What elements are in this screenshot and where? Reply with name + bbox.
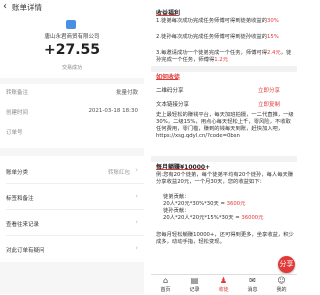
divider [6,209,144,210]
page-title: 账单详情 [12,3,42,12]
chevron-right-icon: › [135,166,138,174]
chevron-right-icon: › [135,244,138,252]
bottom-nav: ⌂ 首页 ▤ 记录 ♟ 收徒 ✉ 消息 ☺ 我的 [151,274,297,295]
chevron-right-icon: › [135,192,138,200]
link-share-label: 文本链接分享 [156,102,190,108]
rule-3: 3.每邀请成功一个徒弟完成一个任务，师傅可得2.4元，徒孙完成一个任务，师傅得1… [156,50,292,64]
merchant-name: 唐山永君商贸有限公司 [44,34,100,40]
nav-records[interactable]: ▤ 记录 [180,276,209,293]
calc-2: 20人*20人*20元*15%*30天 = 36000元 [163,215,264,221]
nav-home[interactable]: ⌂ 首页 [151,276,180,293]
qr-share-button[interactable]: 立即分享 [258,86,280,94]
share-text: 史上最轻松的赚钱平台，每天加班拍摄，一二代直推，一级30%，二级15%，用点心每… [156,112,294,140]
back-arrow-icon[interactable]: ‹ [3,1,7,12]
details-section: 转账备注 批量付款 创建时间 2021-03-18 18:30 订单号 [0,84,144,148]
summary-text: 您每月轻松躺赚10000+，还可得到更多，坐享收益，积少成多，动动手指，轻松变现… [156,232,294,246]
record-icon: ▤ [190,276,199,285]
merchant-logo-icon [66,20,76,29]
share-icon: 分享 [279,260,294,268]
menu-section: 账单分类 转账红包 › 标签和备注 › 查看往来记录 › 对此订单有疑问 › [0,156,144,262]
bill-detail-screen: ‹ 账单详情 唐山永君商贸有限公司 +27.55 交易成功 转账备注 批量付款 … [0,0,144,294]
nav-apprentice[interactable]: ♟ 收徒 [209,276,238,293]
chevron-right-icon: › [135,218,138,226]
rule-2: 2.徒孙每次成功完成任务师傅可得到徒孙收益的15% [156,34,279,40]
apprentice-icon: ♟ [219,276,228,285]
amount: +27.55 [43,42,100,58]
divider [6,183,144,184]
status-text: 交易成功 [61,65,82,71]
nav-mine[interactable]: ☺ 我的 [267,276,296,293]
qr-share-label: 二维码分享 [156,88,184,94]
divider [6,235,144,236]
example-intro: 例:您有20个徒弟，每个徒弟平均有20个徒孙，每人每天赚分享收益20元，一个月3… [156,172,294,186]
share-fab-button[interactable]: 分享 [278,256,295,273]
message-icon: ✉ [249,276,256,285]
home-icon: ⌂ [162,276,169,285]
rule-1: 1.徒弟每次成功完成任务师傅可得到徒弟收益的30% [156,18,279,24]
title-underline [156,169,206,170]
title-underline [156,79,178,80]
apprentice-screen: 收益福利 1.徒弟每次成功完成任务师傅可得到徒弟收益的30% 2.徒孙每次成功完… [151,0,297,294]
nav-messages[interactable]: ✉ 消息 [238,276,267,293]
header: ‹ 账单详情 [0,0,144,14]
copy-link-button[interactable]: 立即复制 [258,100,280,108]
title-underline [156,15,178,16]
user-icon: ☺ [277,276,286,285]
